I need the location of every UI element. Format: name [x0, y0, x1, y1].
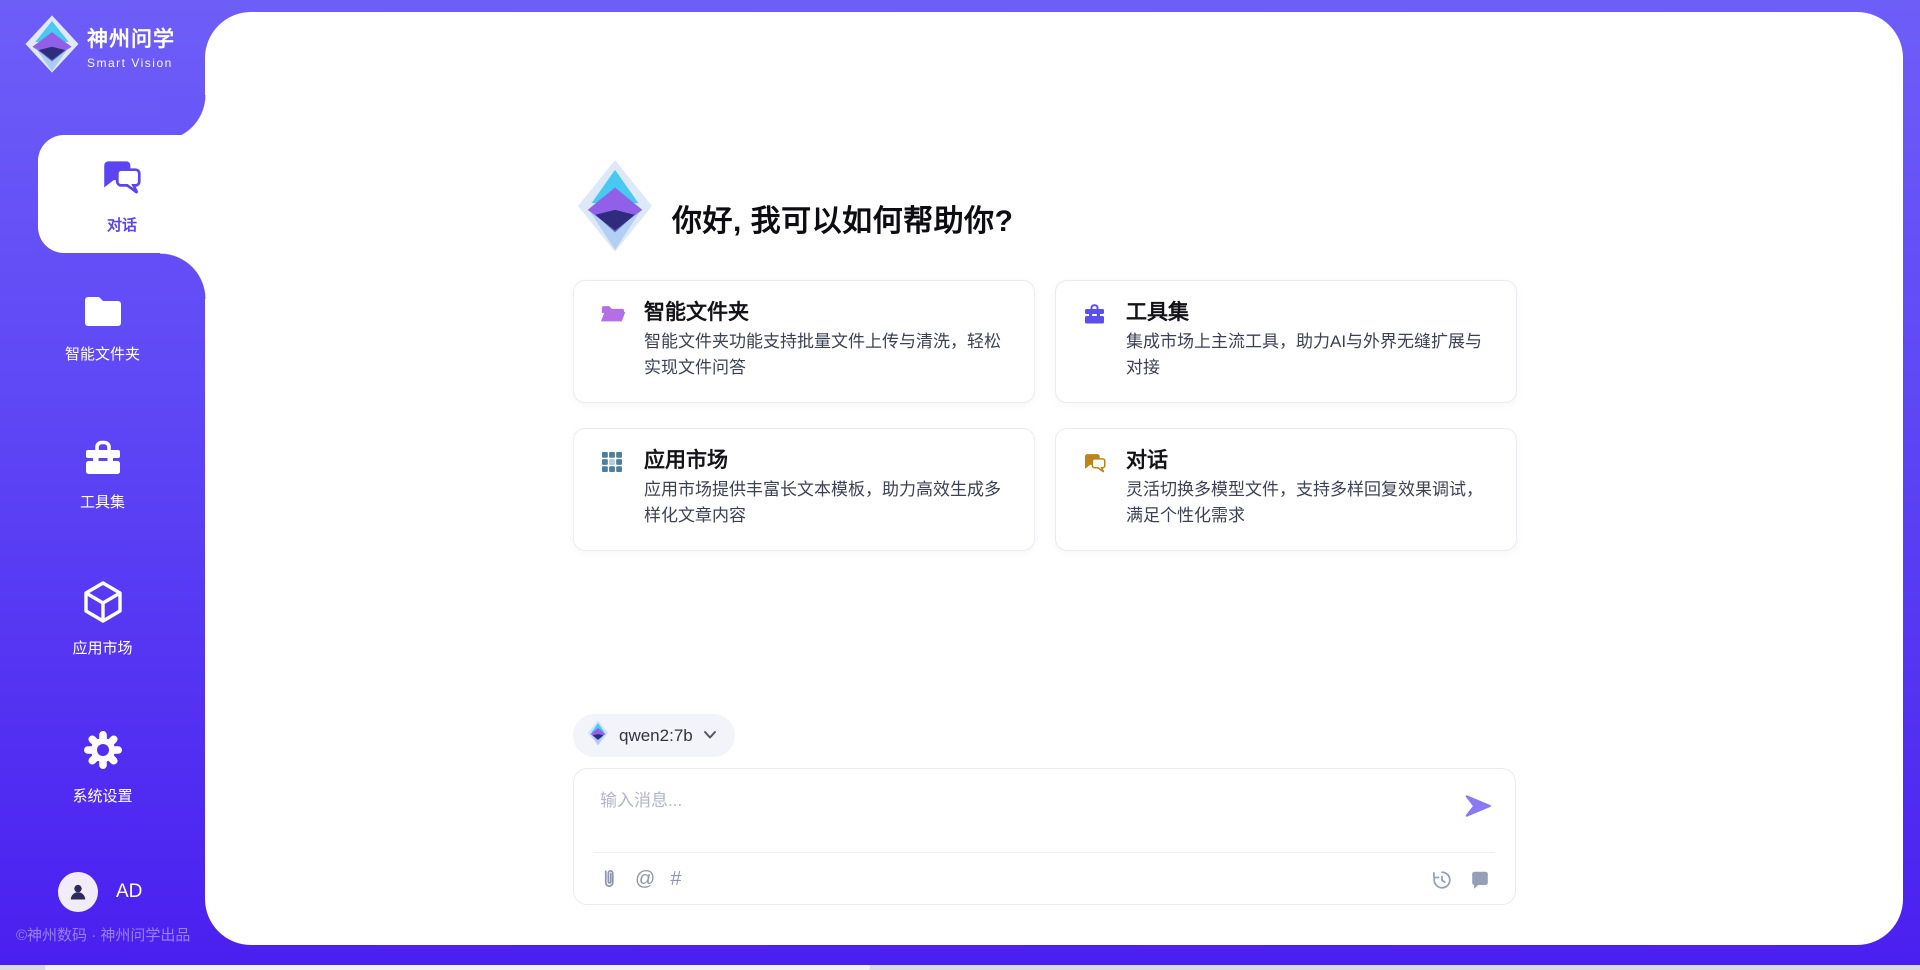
sidebar-item-label: 应用市场 — [72, 637, 132, 658]
sidebar-item-label: 对话 — [107, 214, 137, 235]
card-description: 应用市场提供丰富长文本模板，助力高效生成多样化文章内容 — [644, 477, 1008, 529]
user-profile[interactable]: AD — [58, 872, 142, 912]
horizontal-scrollbar-thumb[interactable] — [45, 965, 870, 970]
folder-icon — [81, 292, 125, 334]
card-title: 智能文件夹 — [644, 296, 749, 326]
sidebar-item-chat[interactable]: 对话 — [38, 135, 206, 253]
feature-card-smart-folder[interactable]: 智能文件夹 智能文件夹功能支持批量文件上传与清洗，轻松实现文件问答 — [573, 280, 1035, 403]
logo-diamond-icon — [587, 720, 609, 751]
sidebar-item-toolset[interactable]: 工具集 — [0, 436, 205, 512]
greeting-logo-icon — [576, 158, 654, 259]
composer-divider — [594, 852, 1495, 853]
brand-subtitle: Smart Vision — [87, 56, 175, 70]
sidebar-item-app-market[interactable]: 应用市场 — [0, 580, 205, 658]
brand-name: 神州问学 — [87, 23, 175, 53]
greeting-text: 你好, 我可以如何帮助你? — [672, 196, 1014, 240]
card-description: 智能文件夹功能支持批量文件上传与清洗，轻松实现文件问答 — [644, 329, 1008, 381]
briefcase-icon — [1082, 302, 1107, 331]
sidebar-item-smart-folder[interactable]: 智能文件夹 — [0, 292, 205, 364]
brand-logo-icon — [24, 14, 80, 79]
brand: 神州问学 Smart Vision — [24, 14, 175, 79]
sidebar-item-label: 系统设置 — [72, 785, 132, 806]
user-name: AD — [116, 881, 142, 903]
person-icon — [66, 880, 90, 904]
app-window: 神州问学 Smart Vision 对话 智能文件夹 — [0, 0, 1920, 970]
folder-open-icon — [600, 302, 626, 330]
hashtag-icon[interactable]: # — [670, 868, 681, 890]
feature-card-app-market[interactable]: 应用市场 应用市场提供丰富长文本模板，助力高效生成多样化文章内容 — [573, 428, 1035, 551]
chevron-down-icon — [703, 727, 717, 745]
chat-icon — [99, 154, 145, 205]
copyright-text: ©神州数码 · 神州问学出品 — [16, 924, 190, 945]
message-composer: @ # — [573, 768, 1516, 905]
history-icon[interactable] — [1431, 869, 1453, 891]
chat-icon — [1082, 450, 1108, 481]
model-name: qwen2:7b — [619, 726, 693, 746]
avatar — [58, 872, 98, 912]
card-description: 集成市场上主流工具，助力AI与外界无缝扩展与对接 — [1126, 329, 1490, 381]
card-title: 对话 — [1126, 444, 1168, 474]
message-input[interactable] — [598, 783, 1362, 819]
tab-curve-bottom — [160, 253, 206, 299]
send-icon[interactable] — [1463, 791, 1493, 821]
grid-icon — [600, 450, 624, 479]
sidebar-item-settings[interactable]: 系统设置 — [0, 728, 205, 806]
card-title: 工具集 — [1126, 296, 1189, 326]
feature-card-toolset[interactable]: 工具集 集成市场上主流工具，助力AI与外界无缝扩展与对接 — [1055, 280, 1517, 403]
chat-bubble-icon[interactable] — [1469, 869, 1491, 891]
cube-icon — [81, 580, 125, 628]
feature-card-chat[interactable]: 对话 灵活切换多模型文件，支持多样回复效果调试，满足个性化需求 — [1055, 428, 1517, 551]
mention-icon[interactable]: @ — [635, 868, 655, 890]
model-selector[interactable]: qwen2:7b — [573, 714, 735, 757]
toolbox-icon — [81, 436, 125, 482]
gear-icon — [81, 728, 125, 776]
sidebar-item-label: 工具集 — [80, 491, 125, 512]
card-title: 应用市场 — [644, 444, 728, 474]
paperclip-icon[interactable] — [598, 867, 620, 891]
card-description: 灵活切换多模型文件，支持多样回复效果调试，满足个性化需求 — [1126, 477, 1490, 529]
sidebar-item-label: 智能文件夹 — [65, 343, 140, 364]
